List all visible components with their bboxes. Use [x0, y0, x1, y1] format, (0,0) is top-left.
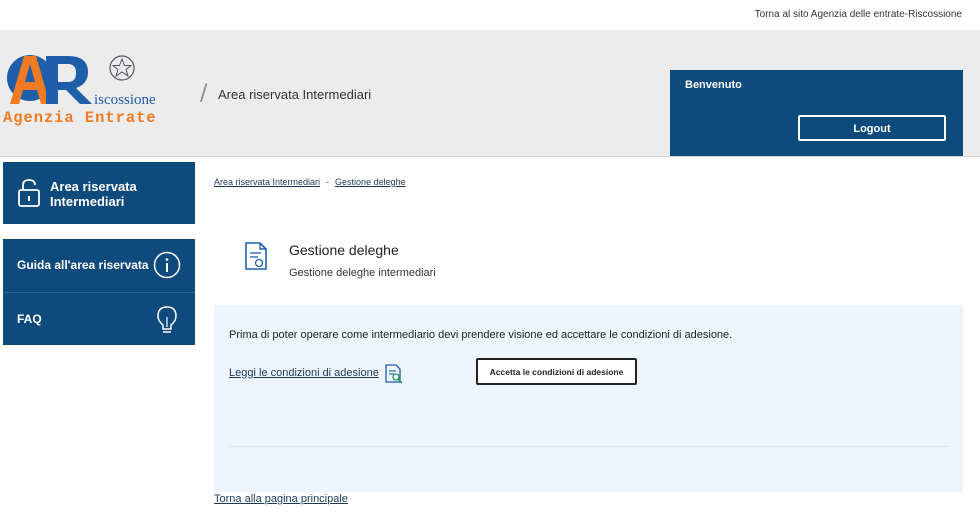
- conditions-panel: Prima di poter operare come intermediari…: [214, 305, 963, 492]
- welcome-greeting: Benvenuto: [685, 79, 742, 91]
- site-header: iscossione Agenzia Entrate / Area riserv…: [0, 30, 980, 157]
- sidebar-main-label: Area riservata Intermediari: [50, 179, 137, 209]
- sidebar-menu: Guida all'area riservata FAQ: [3, 239, 195, 345]
- breadcrumb-item-gestione[interactable]: Gestione deleghe: [335, 177, 406, 187]
- back-to-site-link[interactable]: Torna al sito Agenzia delle entrate-Risc…: [755, 9, 962, 20]
- lightbulb-icon: [157, 306, 177, 333]
- conditions-message: Prima di poter operare come intermediari…: [229, 329, 733, 341]
- sidebar-item-label: FAQ: [17, 312, 42, 326]
- page-title: Gestione deleghe: [289, 242, 399, 258]
- sidebar-area-riservata[interactable]: Area riservata Intermediari: [3, 162, 195, 224]
- document-search-icon[interactable]: [384, 363, 404, 385]
- italian-emblem-icon: [109, 55, 135, 81]
- panel-divider: [229, 446, 949, 447]
- page-subtitle: Gestione deleghe intermediari: [289, 267, 436, 279]
- logo-text-riscossione: iscossione: [94, 92, 156, 108]
- logout-button[interactable]: Logout: [798, 115, 946, 141]
- unlock-icon: [18, 179, 40, 207]
- breadcrumb: Area riservata Intermediari - Gestione del…: [214, 177, 406, 187]
- breadcrumb-separator: -: [326, 177, 330, 187]
- welcome-box: Benvenuto Logout: [670, 70, 963, 156]
- header-area-title: Area riservata Intermediari: [218, 87, 372, 102]
- top-bar: Torna al sito Agenzia delle entrate-Risc…: [0, 0, 980, 31]
- sidebar-item-faq[interactable]: FAQ: [3, 292, 195, 345]
- back-to-home-link[interactable]: Torna alla pagina principale: [214, 493, 348, 505]
- read-conditions-link[interactable]: Leggi le condizioni di adesione: [229, 367, 379, 379]
- agenzia-riscossione-logo[interactable]: iscossione Agenzia Entrate: [2, 52, 194, 130]
- sidebar-item-guida[interactable]: Guida all'area riservata: [3, 239, 195, 292]
- header-divider: /: [200, 81, 208, 106]
- sidebar-item-label: Guida all'area riservata: [17, 258, 149, 272]
- info-icon: [153, 251, 181, 279]
- document-icon: [245, 242, 267, 270]
- breadcrumb-item-area[interactable]: Area riservata Intermediari: [214, 177, 320, 187]
- logo-text-agenzia: Agenzia Entrate: [3, 109, 157, 127]
- accept-conditions-button[interactable]: Accetta le condizioni di adesione: [476, 358, 637, 385]
